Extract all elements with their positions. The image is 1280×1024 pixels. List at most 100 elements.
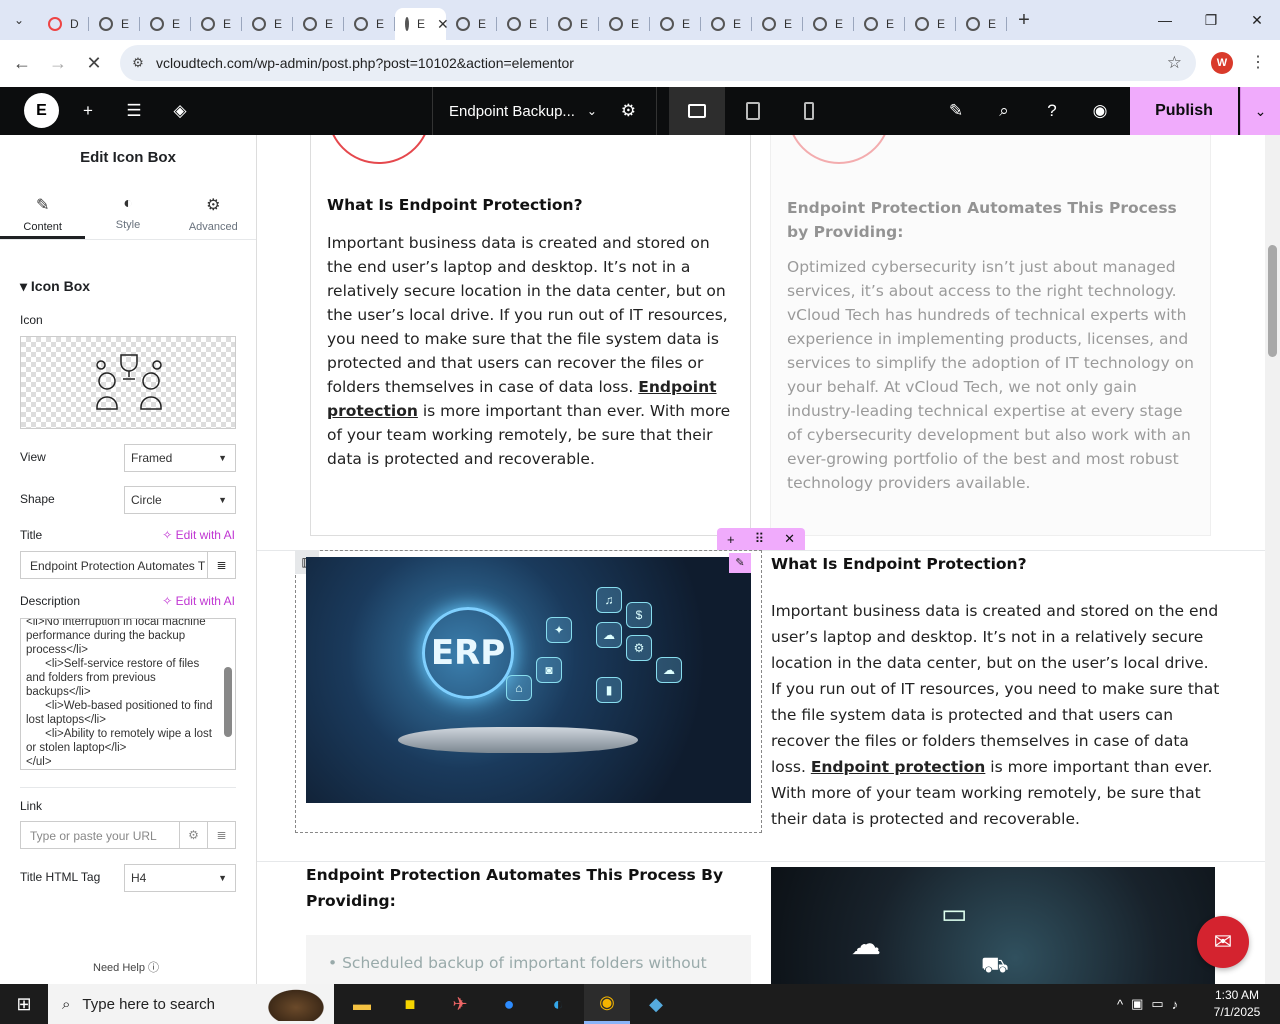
new-tab-button[interactable]: + xyxy=(1007,9,1041,32)
page-settings-gear-icon[interactable]: ⚙ xyxy=(621,101,636,121)
browser-tab[interactable]: E xyxy=(701,8,752,40)
chat-widget-icon[interactable]: ✉ xyxy=(1197,916,1249,968)
site-settings-icon[interactable]: ☰ xyxy=(123,101,145,121)
browser-tab[interactable]: E xyxy=(191,8,242,40)
chrome-icon[interactable]: ◉ xyxy=(584,984,630,1024)
elementor-logo-icon[interactable]: E xyxy=(24,93,59,128)
need-help-link[interactable]: Need Help ⓘ xyxy=(93,959,159,975)
browser-tab[interactable]: E xyxy=(650,8,701,40)
page-scrollbar[interactable] xyxy=(1265,135,1280,984)
browser-tab[interactable]: E xyxy=(344,8,395,40)
url-text[interactable]: vcloudtech.com/wp-admin/post.php?post=10… xyxy=(156,55,574,71)
textarea-scrollbar[interactable] xyxy=(223,621,233,767)
preview-eye-icon[interactable]: ◉ xyxy=(1089,101,1111,121)
network-image[interactable]: ▭ ☁ ⛟ xyxy=(771,867,1215,984)
icon-box-card-editing[interactable]: Endpoint Protection Automates This Proce… xyxy=(770,135,1211,536)
volume-icon[interactable]: ♪ xyxy=(1172,997,1179,1012)
edge-icon[interactable]: ◐ xyxy=(535,984,581,1024)
browser-tab[interactable]: E xyxy=(599,8,650,40)
file-explorer-icon[interactable]: ▬ xyxy=(339,984,385,1024)
dynamic-tags-icon[interactable]: ≣ xyxy=(207,822,235,848)
close-window-icon[interactable]: ✕ xyxy=(1234,0,1280,40)
document-title-dropdown[interactable]: Endpoint Backup... ⌄ ⚙ xyxy=(432,87,657,135)
add-element-icon[interactable]: + xyxy=(77,101,99,121)
sticky-notes-icon[interactable]: ■ xyxy=(387,984,433,1024)
browser-tab[interactable]: E xyxy=(803,8,854,40)
browser-tab[interactable]: E xyxy=(752,8,803,40)
icon-picker[interactable] xyxy=(20,336,236,429)
tray-chevron-icon[interactable]: ^ xyxy=(1117,997,1123,1012)
edit-widget-pencil-icon[interactable]: ✎ xyxy=(729,553,751,573)
browser-tab[interactable]: D xyxy=(38,8,89,40)
tablet-view-icon[interactable] xyxy=(725,87,781,135)
browser-tab[interactable]: E xyxy=(89,8,140,40)
tab-style[interactable]: ◐ Style xyxy=(85,179,170,239)
description-textarea[interactable]: <li>No interruption in local machine per… xyxy=(20,618,236,770)
browser-tab[interactable]: E xyxy=(854,8,905,40)
erp-image[interactable]: ERP ✦ ♫ $ ☁ ⚙ ◙ ▮ ⌂ ☁ xyxy=(306,557,751,803)
bookmark-star-icon[interactable]: ☆ xyxy=(1167,53,1182,73)
page-scroll-thumb[interactable] xyxy=(1268,245,1277,357)
tab-search-icon[interactable]: ⌄ xyxy=(0,0,38,40)
dynamic-tags-icon[interactable]: ≣ xyxy=(207,552,235,578)
view-label: View xyxy=(20,450,46,464)
windows-taskbar: ⊞ ⌕ Type here to search ▬ ■ ✈ ● ◐ ◉ ◆ ^ … xyxy=(0,984,1280,1024)
description-edit-with-ai-link[interactable]: ✧ Edit with AI xyxy=(162,594,235,608)
site-info-icon[interactable]: ⚙ xyxy=(120,55,156,71)
music-icon: ♫ xyxy=(596,587,622,613)
restore-icon[interactable]: ❐ xyxy=(1188,0,1234,40)
link-input[interactable]: Type or paste your URL ⚙ ≣ xyxy=(20,821,236,849)
browser-tab[interactable]: E xyxy=(140,8,191,40)
windows-start-icon[interactable]: ⊞ xyxy=(0,984,48,1024)
finder-search-icon[interactable]: ⌕ xyxy=(993,101,1015,121)
omnibox[interactable]: ⚙ vcloudtech.com/wp-admin/post.php?post=… xyxy=(120,45,1196,81)
structure-layers-icon[interactable]: ◈ xyxy=(169,101,191,121)
browser-tab[interactable]: E xyxy=(446,8,497,40)
title-input[interactable]: Endpoint Protection Automates T ≣ xyxy=(20,551,236,579)
mobile-view-icon[interactable] xyxy=(781,87,837,135)
tab-title: E xyxy=(835,17,844,31)
add-section-icon[interactable]: + xyxy=(727,532,735,547)
tab-advanced[interactable]: ⚙ Advanced xyxy=(171,179,256,239)
desktop-view-icon[interactable] xyxy=(669,87,725,135)
zoom-icon[interactable]: ● xyxy=(486,984,532,1024)
browser-tab[interactable]: E xyxy=(293,8,344,40)
textarea-scroll-thumb[interactable] xyxy=(224,667,232,737)
minimize-icon[interactable]: — xyxy=(1142,0,1188,40)
network-icon[interactable]: ▭ xyxy=(1151,996,1163,1012)
title-edit-with-ai-link[interactable]: ✧ Edit with AI xyxy=(162,528,235,542)
browser-menu-icon[interactable]: ⋮ xyxy=(1250,52,1266,72)
cloud-network-icon: ☁ xyxy=(851,928,881,961)
delete-section-icon[interactable]: ✕ xyxy=(784,531,795,547)
clock[interactable]: 1:30 AM 7/1/2025 xyxy=(1207,987,1267,1021)
help-icon[interactable]: ? xyxy=(1041,101,1063,121)
notes-icon[interactable]: ✎ xyxy=(945,101,967,121)
section-icon-box-toggle[interactable]: ▾ Icon Box xyxy=(0,240,256,295)
bird-app-icon[interactable]: ✈ xyxy=(437,984,483,1024)
endpoint-protection-link[interactable]: Endpoint protection xyxy=(811,758,986,776)
html-tag-select[interactable]: H4 ▼ xyxy=(124,864,236,892)
browser-tab[interactable]: E xyxy=(956,8,1007,40)
browser-tab-active[interactable]: E ✕ xyxy=(395,8,449,40)
publish-options-chevron-icon[interactable]: ⌄ xyxy=(1240,87,1280,135)
icon-box-card[interactable]: What Is Endpoint Protection? Important b… xyxy=(310,135,751,536)
camera-icon: ◙ xyxy=(536,657,562,683)
shape-select[interactable]: Circle ▼ xyxy=(124,486,236,514)
profile-avatar[interactable]: W xyxy=(1211,52,1233,74)
tab-content[interactable]: ✎ Content xyxy=(0,179,86,239)
view-select[interactable]: Framed ▼ xyxy=(124,444,236,472)
link-options-gear-icon[interactable]: ⚙ xyxy=(179,822,207,848)
back-icon[interactable]: ← xyxy=(4,53,40,74)
publish-button[interactable]: Publish xyxy=(1130,87,1238,135)
tray-app-icon[interactable]: ▣ xyxy=(1131,996,1143,1012)
browser-tab[interactable]: E xyxy=(548,8,599,40)
taskbar-search[interactable]: ⌕ Type here to search xyxy=(48,984,334,1024)
browser-tab[interactable]: E xyxy=(242,8,293,40)
stop-loading-icon[interactable]: ✕ xyxy=(76,53,112,74)
home-icon: ⌂ xyxy=(506,675,532,701)
browser-tab[interactable]: E xyxy=(905,8,956,40)
browser-tab[interactable]: E xyxy=(497,8,548,40)
forward-icon[interactable]: → xyxy=(40,53,76,74)
app-diamond-icon[interactable]: ◆ xyxy=(633,984,679,1024)
drag-section-icon[interactable]: ⠿ xyxy=(755,531,765,547)
